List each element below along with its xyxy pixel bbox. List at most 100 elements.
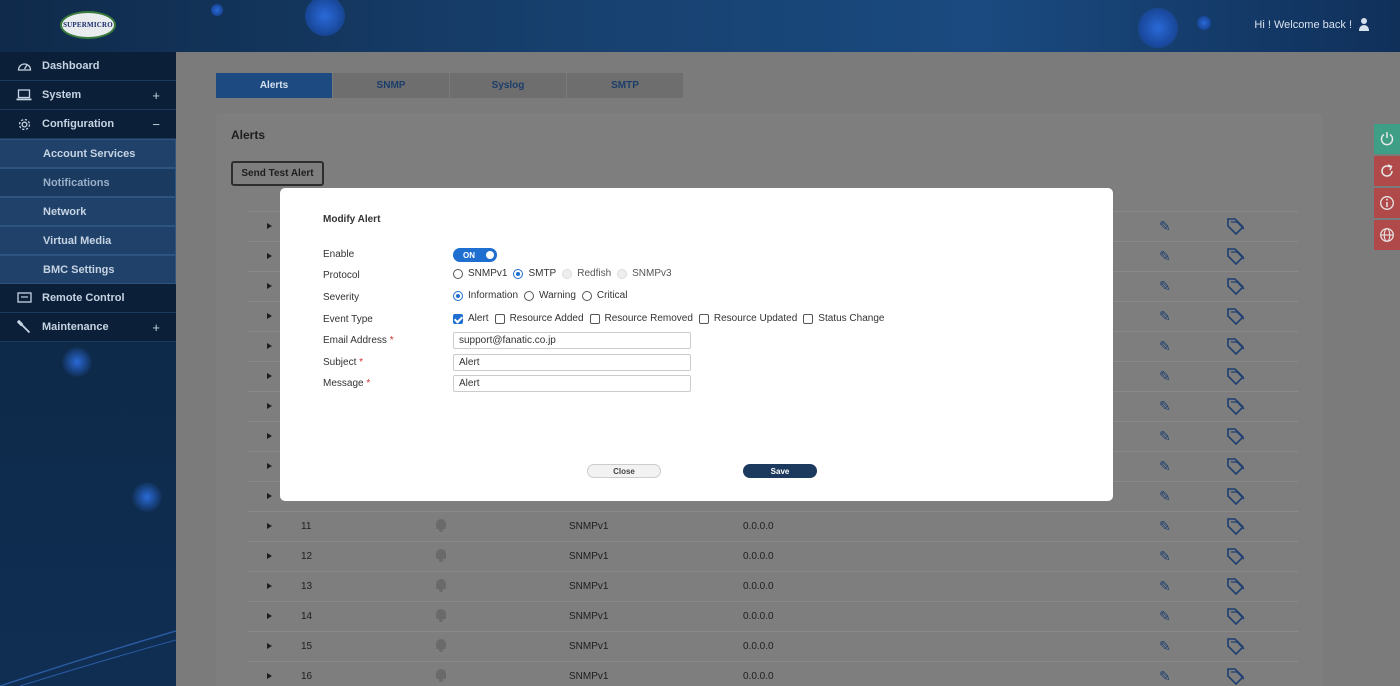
edit-pencil-icon[interactable]: ✎ — [1159, 608, 1175, 624]
table-row[interactable]: 16 SNMPv1 0.0.0.0 ✎ — [248, 661, 1298, 686]
email-field[interactable] — [453, 332, 691, 349]
expand-arrow-icon[interactable] — [267, 313, 272, 319]
edit-pencil-icon[interactable]: ✎ — [1159, 218, 1175, 234]
expand-arrow-icon[interactable] — [267, 283, 272, 289]
send-test-alert-button[interactable]: Send Test Alert — [231, 161, 324, 186]
protocol-radio-smtp[interactable] — [513, 268, 524, 279]
message-field[interactable] — [453, 375, 691, 392]
event-checkbox-status-change[interactable] — [803, 313, 814, 324]
enable-toggle[interactable]: ON — [453, 248, 497, 262]
delete-tags-icon[interactable] — [1226, 547, 1246, 565]
table-row[interactable]: 15 SNMPv1 0.0.0.0 ✎ — [248, 631, 1298, 661]
edit-pencil-icon[interactable]: ✎ — [1159, 548, 1175, 564]
user-icon[interactable] — [1358, 18, 1370, 31]
expand-arrow-icon[interactable] — [267, 613, 272, 619]
event-checkbox-resource-added[interactable] — [494, 313, 505, 324]
info-icon[interactable] — [1374, 188, 1400, 218]
edit-pencil-icon[interactable]: ✎ — [1159, 248, 1175, 264]
bell-icon — [435, 638, 447, 652]
subject-field[interactable] — [453, 354, 691, 371]
delete-tags-icon[interactable] — [1226, 577, 1246, 595]
expand-arrow-icon[interactable] — [267, 583, 272, 589]
protocol-radio-snmpv1[interactable] — [453, 268, 463, 279]
delete-tags-icon[interactable] — [1226, 277, 1246, 295]
severity-radio-warning[interactable] — [524, 290, 535, 301]
table-row[interactable]: 11 SNMPv1 0.0.0.0 ✎ — [248, 511, 1298, 541]
supermicro-logo[interactable]: SUPERMICRO — [60, 11, 116, 39]
sidebar-item-dashboard[interactable]: Dashboard — [0, 52, 176, 81]
expand-arrow-icon[interactable] — [267, 463, 272, 469]
globe-icon[interactable] — [1374, 220, 1400, 250]
tab-snmp[interactable]: SNMP — [333, 73, 450, 98]
expand-icon[interactable]: + — [152, 88, 160, 103]
protocol-option-label: Redfish — [577, 268, 612, 279]
sidebar-subitem-bmc-settings[interactable]: BMC Settings — [0, 255, 176, 284]
expand-arrow-icon[interactable] — [267, 673, 272, 679]
edit-pencil-icon[interactable]: ✎ — [1159, 518, 1175, 534]
expand-arrow-icon[interactable] — [267, 253, 272, 259]
sidebar-item-remote-control[interactable]: Remote Control — [0, 284, 176, 313]
expand-arrow-icon[interactable] — [267, 223, 272, 229]
delete-tags-icon[interactable] — [1226, 637, 1246, 655]
table-row[interactable]: 12 SNMPv1 0.0.0.0 ✎ — [248, 541, 1298, 571]
expand-arrow-icon[interactable] — [267, 553, 272, 559]
delete-tags-icon[interactable] — [1226, 337, 1246, 355]
expand-arrow-icon[interactable] — [267, 493, 272, 499]
delete-tags-icon[interactable] — [1226, 607, 1246, 625]
edit-pencil-icon[interactable]: ✎ — [1159, 368, 1175, 384]
delete-tags-icon[interactable] — [1226, 367, 1246, 385]
sidebar-item-label: Remote Control — [42, 292, 125, 304]
refresh-icon[interactable] — [1374, 156, 1400, 186]
welcome-message[interactable]: Hi ! Welcome back ! — [1254, 18, 1370, 31]
delete-tags-icon[interactable] — [1226, 487, 1246, 505]
delete-tags-icon[interactable] — [1226, 517, 1246, 535]
expand-arrow-icon[interactable] — [267, 643, 272, 649]
tab-smtp[interactable]: SMTP — [567, 73, 684, 98]
collapse-icon[interactable]: − — [152, 117, 160, 132]
severity-radio-information[interactable] — [453, 290, 463, 301]
power-icon[interactable] — [1374, 124, 1400, 154]
close-button[interactable]: Close — [587, 464, 661, 478]
severity-radio-critical[interactable] — [581, 290, 592, 301]
decorative-orb — [305, 0, 345, 36]
sidebar-item-maintenance[interactable]: Maintenance + — [0, 313, 176, 342]
tab-syslog[interactable]: Syslog — [450, 73, 567, 98]
event-checkbox-alert[interactable] — [453, 313, 463, 324]
expand-arrow-icon[interactable] — [267, 523, 272, 529]
edit-pencil-icon[interactable]: ✎ — [1159, 278, 1175, 294]
edit-pencil-icon[interactable]: ✎ — [1159, 428, 1175, 444]
event-checkbox-resource-updated[interactable] — [698, 313, 709, 324]
event-checkbox-resource-removed[interactable] — [589, 313, 600, 324]
sidebar-subitem-virtual-media[interactable]: Virtual Media — [0, 226, 176, 255]
delete-tags-icon[interactable] — [1226, 247, 1246, 265]
delete-tags-icon[interactable] — [1226, 667, 1246, 685]
expand-arrow-icon[interactable] — [267, 343, 272, 349]
edit-pencil-icon[interactable]: ✎ — [1159, 488, 1175, 504]
sidebar-subitem-account-services[interactable]: Account Services — [0, 139, 176, 168]
tab-alerts[interactable]: Alerts — [216, 73, 333, 98]
delete-tags-icon[interactable] — [1226, 307, 1246, 325]
save-button[interactable]: Save — [743, 464, 817, 478]
delete-tags-icon[interactable] — [1226, 457, 1246, 475]
expand-arrow-icon[interactable] — [267, 433, 272, 439]
table-row[interactable]: 14 SNMPv1 0.0.0.0 ✎ — [248, 601, 1298, 631]
edit-pencil-icon[interactable]: ✎ — [1159, 458, 1175, 474]
edit-pencil-icon[interactable]: ✎ — [1159, 638, 1175, 654]
sidebar-item-system[interactable]: System + — [0, 81, 176, 110]
sidebar-subitem-network[interactable]: Network — [0, 197, 176, 226]
edit-pencil-icon[interactable]: ✎ — [1159, 668, 1175, 684]
edit-pencil-icon[interactable]: ✎ — [1159, 578, 1175, 594]
delete-tags-icon[interactable] — [1226, 427, 1246, 445]
sidebar-item-configuration[interactable]: Configuration − — [0, 110, 176, 139]
delete-tags-icon[interactable] — [1226, 217, 1246, 235]
edit-pencil-icon[interactable]: ✎ — [1159, 398, 1175, 414]
expand-arrow-icon[interactable] — [267, 373, 272, 379]
expand-arrow-icon[interactable] — [267, 403, 272, 409]
edit-pencil-icon[interactable]: ✎ — [1159, 308, 1175, 324]
delete-tags-icon[interactable] — [1226, 397, 1246, 415]
sidebar: Dashboard System + Configuration − Accou… — [0, 52, 176, 686]
sidebar-subitem-notifications[interactable]: Notifications — [0, 168, 176, 197]
table-row[interactable]: 13 SNMPv1 0.0.0.0 ✎ — [248, 571, 1298, 601]
edit-pencil-icon[interactable]: ✎ — [1159, 338, 1175, 354]
expand-icon[interactable]: + — [152, 320, 160, 335]
